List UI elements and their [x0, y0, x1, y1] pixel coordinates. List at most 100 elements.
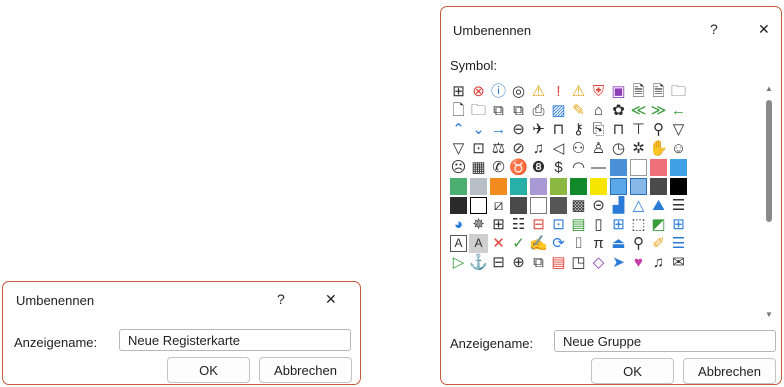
- light-blue-swatch-icon[interactable]: [609, 177, 628, 196]
- key-icon[interactable]: ⚷: [569, 120, 588, 139]
- form-link-icon[interactable]: ⊡: [549, 215, 568, 234]
- picture-icon[interactable]: ▤: [569, 215, 588, 234]
- pin-icon[interactable]: ✈: [529, 120, 548, 139]
- calculator-icon[interactable]: ▦: [469, 158, 488, 177]
- image-icon[interactable]: ▨: [549, 101, 568, 120]
- scroll-up-arrow-icon[interactable]: ▲: [763, 84, 775, 93]
- cancel-button[interactable]: Abbrechen: [683, 358, 776, 384]
- piggy-bank-icon[interactable]: ♉: [509, 158, 528, 177]
- ok-button[interactable]: OK: [591, 358, 674, 384]
- sad-face-icon[interactable]: ☹: [449, 158, 468, 177]
- pi-icon[interactable]: π: [589, 234, 608, 253]
- filter-icon[interactable]: ▽: [669, 120, 688, 139]
- people-icon[interactable]: ⚇: [569, 139, 588, 158]
- org-chart-icon[interactable]: ⊞: [449, 82, 468, 101]
- heart-icon[interactable]: ♥: [629, 253, 648, 272]
- info-icon[interactable]: ⓘ: [489, 82, 508, 101]
- letter-a-icon[interactable]: A: [449, 234, 468, 253]
- hierarchy-icon[interactable]: ⊞: [489, 215, 508, 234]
- person-icon[interactable]: ♙: [589, 139, 608, 158]
- search-icon[interactable]: ⚲: [649, 120, 668, 139]
- gray-swatch-icon[interactable]: [469, 177, 488, 196]
- close-button[interactable]: ✕: [758, 21, 770, 38]
- number-8-icon[interactable]: ❽: [529, 158, 548, 177]
- paste-icon[interactable]: ⧉: [509, 101, 528, 120]
- refresh-icon[interactable]: ⟳: [549, 234, 568, 253]
- align-icon[interactable]: ☰: [669, 196, 688, 215]
- radar-chart-icon[interactable]: ✵: [469, 215, 488, 234]
- resize-icon[interactable]: ⬚: [629, 215, 648, 234]
- arrow-left-icon[interactable]: ←: [669, 101, 688, 120]
- chevron-up-icon[interactable]: ⌃: [449, 120, 468, 139]
- delete-x-icon[interactable]: ✕: [489, 234, 508, 253]
- bell-icon[interactable]: ♫: [649, 253, 668, 272]
- double-right-icon[interactable]: ≫: [649, 101, 668, 120]
- shield-icon[interactable]: ⛨: [589, 82, 608, 101]
- black-swatch-icon[interactable]: [669, 177, 688, 196]
- white-swatch-icon[interactable]: [629, 158, 648, 177]
- clock-icon[interactable]: ◷: [609, 139, 628, 158]
- table-image-icon[interactable]: ⊞: [609, 215, 628, 234]
- teal-swatch-icon[interactable]: [509, 177, 528, 196]
- folder-icon[interactable]: 🗀: [669, 82, 688, 101]
- checker-swatch-icon[interactable]: ▩: [569, 196, 588, 215]
- cancel-button[interactable]: Abbrechen: [259, 357, 352, 383]
- speaker-mute-icon[interactable]: ◁: [549, 139, 568, 158]
- lock-icon[interactable]: ⊓: [549, 120, 568, 139]
- copy-icon[interactable]: ⧉: [489, 101, 508, 120]
- save-icon[interactable]: ▣: [609, 82, 628, 101]
- black-bottom-swatch-icon[interactable]: [449, 196, 468, 215]
- black-border-swatch-icon[interactable]: [469, 196, 488, 215]
- warning-icon[interactable]: ⚠: [529, 82, 548, 101]
- checkmark-icon[interactable]: ✓: [509, 234, 528, 253]
- diagonal-swatch-icon[interactable]: [649, 177, 668, 196]
- pie-chart-icon[interactable]: ◕: [449, 215, 468, 234]
- dark-top-swatch-icon[interactable]: [549, 196, 568, 215]
- sign-icon[interactable]: ✍: [529, 234, 548, 253]
- eraser-icon[interactable]: ◇: [589, 253, 608, 272]
- list-icon[interactable]: ☰: [669, 234, 688, 253]
- document-check-icon[interactable]: 🗎: [629, 82, 648, 101]
- mountain-icon[interactable]: ⛰: [649, 196, 668, 215]
- pink-swatch-icon[interactable]: [649, 158, 668, 177]
- exclamation-icon[interactable]: !: [549, 82, 568, 101]
- double-left-icon[interactable]: ≪: [629, 101, 648, 120]
- display-name-input[interactable]: [119, 329, 351, 351]
- scrollbar-thumb[interactable]: [766, 100, 772, 222]
- orange-swatch-icon[interactable]: [489, 177, 508, 196]
- letter-a-filled-icon[interactable]: A: [469, 234, 488, 253]
- microphone-icon[interactable]: ♫: [529, 139, 548, 158]
- chevron-down-icon[interactable]: ⌄: [469, 120, 488, 139]
- briefcase-icon[interactable]: ⊟: [489, 253, 508, 272]
- page-icon[interactable]: ▯: [589, 215, 608, 234]
- layout-icon[interactable]: ⊞: [669, 215, 688, 234]
- symbol-scrollbar[interactable]: ▲ ▼: [763, 82, 775, 322]
- home-icon[interactable]: ⌂: [589, 101, 608, 120]
- bracket-icon[interactable]: ⌷: [569, 234, 588, 253]
- help-button[interactable]: ?: [710, 21, 718, 37]
- document-icon[interactable]: 🗋: [449, 101, 468, 120]
- error-icon[interactable]: ⊗: [469, 82, 488, 101]
- bar-chart-icon[interactable]: ▟: [609, 196, 628, 215]
- phone-icon[interactable]: ✆: [489, 158, 508, 177]
- hand-icon[interactable]: ✋: [649, 139, 668, 158]
- document-lines-icon[interactable]: ☷: [509, 215, 528, 234]
- presentation-icon[interactable]: ⊤: [629, 120, 648, 139]
- anchor-icon[interactable]: ⚓: [469, 253, 488, 272]
- printer-icon[interactable]: ⎙: [529, 101, 548, 120]
- triangle-icon[interactable]: △: [629, 196, 648, 215]
- palette-icon[interactable]: ✿: [609, 101, 628, 120]
- dash-icon[interactable]: —: [589, 158, 608, 177]
- help-button[interactable]: ?: [277, 291, 285, 307]
- tiles-icon[interactable]: [609, 158, 628, 177]
- form-icon[interactable]: ⊟: [529, 215, 548, 234]
- eye-icon[interactable]: ◠: [569, 158, 588, 177]
- warning-alt-icon[interactable]: ⚠: [569, 82, 588, 101]
- scales-icon[interactable]: ⚖: [489, 139, 508, 158]
- close-button[interactable]: ✕: [325, 291, 337, 308]
- olive-swatch-icon[interactable]: [549, 177, 568, 196]
- envelope-icon[interactable]: ✉: [669, 253, 688, 272]
- lilac-swatch-icon[interactable]: [529, 177, 548, 196]
- ok-button[interactable]: OK: [167, 357, 250, 383]
- document-arrow-icon[interactable]: 🗎: [649, 82, 668, 101]
